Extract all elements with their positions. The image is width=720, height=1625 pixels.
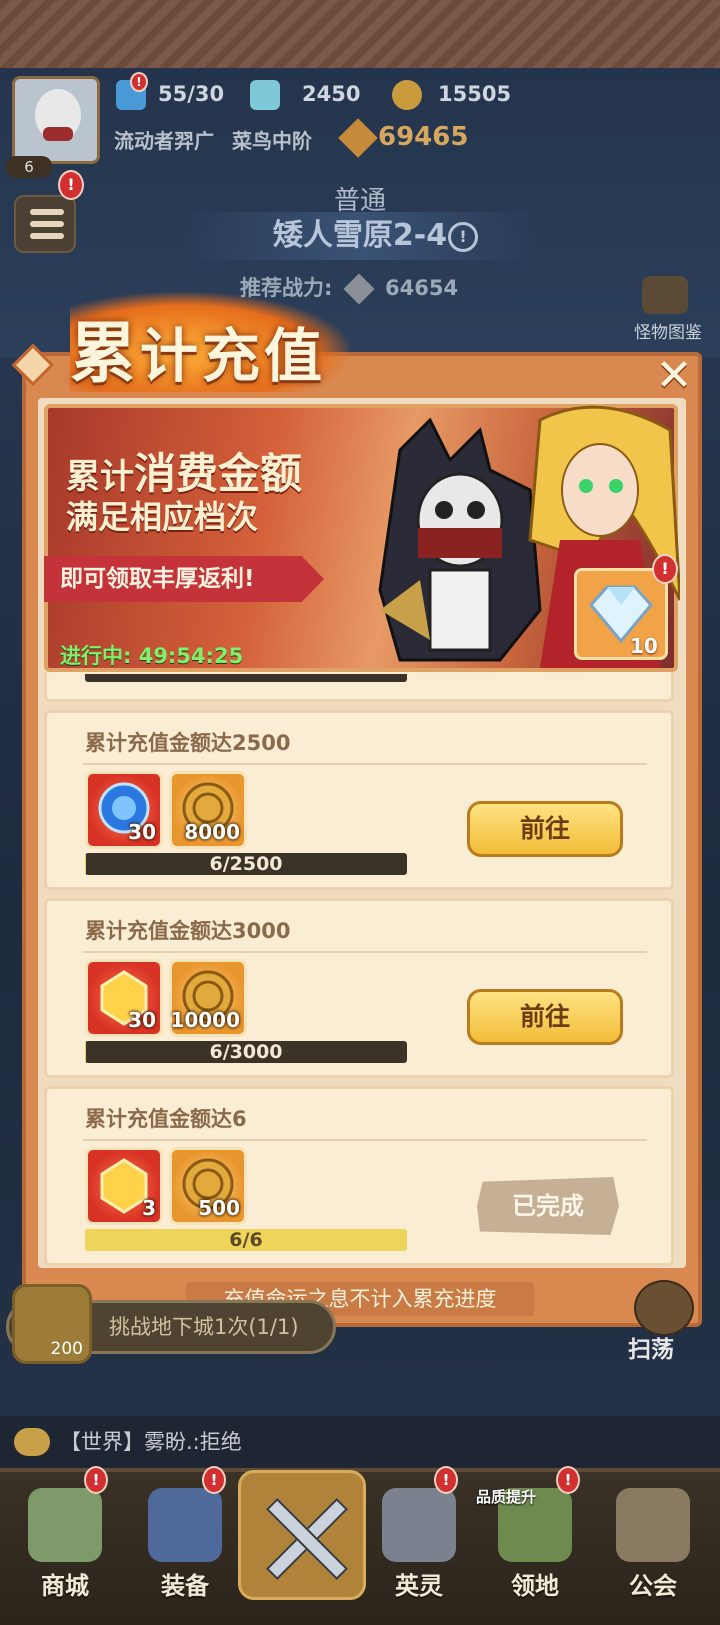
menu-line: [30, 221, 64, 227]
task-title: 累计充值金额达6: [85, 1107, 247, 1131]
progress-text: 6/2500: [209, 853, 283, 875]
world-chat-bar[interactable]: 【世界】雾盼.:拒绝: [0, 1416, 720, 1468]
task-title: 累计充值金额达2500: [85, 731, 291, 755]
close-button[interactable]: ✕: [650, 352, 698, 400]
player-rank: 菜鸟中阶: [232, 129, 312, 153]
fate-crystal-item[interactable]: 3: [85, 1147, 163, 1225]
item-count: 8000: [184, 820, 240, 844]
menu-button[interactable]: [14, 195, 76, 253]
territory-alert-badge: !: [556, 1466, 580, 1494]
nav-equipment-label: 装备: [161, 1572, 209, 1600]
sweep-button[interactable]: 扫荡: [628, 1330, 674, 1364]
nav-equipment[interactable]: 装备: [130, 1480, 240, 1600]
task-progress-bar: 6/3000: [85, 1041, 407, 1063]
go-button[interactable]: 前往: [467, 989, 623, 1045]
nav-guild[interactable]: 公会: [598, 1480, 708, 1600]
banner-ribbon: 即可领取丰厚返利!: [44, 556, 324, 602]
progress-text: 6/3000: [209, 1041, 283, 1063]
level-badge: 6: [6, 156, 52, 178]
nav-territory-label: 领地: [511, 1572, 559, 1600]
armor-icon: [148, 1488, 222, 1562]
menu-line: [30, 233, 64, 239]
nav-shop-label: 商城: [41, 1572, 89, 1600]
task-progress-bar: 6/6: [85, 1229, 407, 1251]
item-count: 30: [128, 820, 156, 844]
energy-alert-badge: !: [130, 72, 148, 92]
quest-reward-count: 200: [50, 1339, 83, 1359]
menu-alert-badge: !: [58, 170, 84, 200]
chat-bubble-icon[interactable]: [14, 1428, 50, 1456]
player-name: 流动者羿广: [114, 129, 214, 153]
stage-name[interactable]: 矮人雪原2-4: [180, 212, 540, 260]
task-progress-bar: 6/2500: [85, 853, 407, 875]
sweep-icon[interactable]: [634, 1280, 694, 1336]
skull-icon: [35, 89, 81, 141]
monster-book-label[interactable]: 怪物图鉴: [628, 318, 708, 343]
gold-coin-item[interactable]: 500: [169, 1147, 247, 1225]
heroes-alert-badge: !: [434, 1466, 458, 1494]
stage-info-icon[interactable]: !: [448, 222, 478, 252]
divider: [83, 951, 647, 953]
quest-reward-coin: 200: [12, 1284, 92, 1364]
gold-coin-item[interactable]: 10000: [169, 959, 247, 1037]
task-title: 累计充值金额达3000: [85, 919, 291, 943]
task-card: 累计充值金额达6 3 500 6/6 已完成: [44, 1086, 674, 1266]
gold-coin-item[interactable]: 8000: [169, 771, 247, 849]
knight-helmet-icon: [382, 1488, 456, 1562]
nav-battle-crossed-swords-icon[interactable]: [238, 1470, 366, 1600]
quality-up-tag: 品质提升: [476, 1488, 537, 1506]
coin-value: 15505: [438, 82, 512, 106]
event-timer: 进行中: 49:54:25: [60, 644, 244, 668]
item-count: 30: [128, 1008, 156, 1032]
previous-task-progress: [85, 674, 407, 682]
guild-lock-icon: [616, 1488, 690, 1562]
banner-subheadline: 满足相应档次: [66, 498, 259, 536]
blue-orb-item[interactable]: 30: [85, 771, 163, 849]
banner-headline-b: 消费金额: [134, 449, 303, 498]
banner-headline-a: 累计: [66, 457, 134, 497]
energy-value: 55/30: [158, 82, 225, 106]
coin-icon[interactable]: [392, 80, 422, 110]
recommended-power-value: 64654: [385, 276, 459, 300]
task-card: 累计充值金额达2500 30 8000 6/2500 前往: [44, 710, 674, 890]
reward-alert-badge: !: [652, 554, 678, 584]
item-count: 500: [198, 1196, 240, 1220]
nav-heroes[interactable]: 英灵: [364, 1480, 474, 1600]
modal-title-first-char: 累: [70, 315, 140, 392]
progress-text: 6/6: [229, 1229, 263, 1251]
player-avatar[interactable]: [12, 76, 100, 164]
fate-crystal-item[interactable]: 30: [85, 959, 163, 1037]
go-button[interactable]: 前往: [467, 801, 623, 857]
shop-alert-badge: !: [84, 1466, 108, 1494]
nav-heroes-label: 英灵: [395, 1572, 443, 1600]
diamond-value: 2450: [302, 82, 361, 106]
nav-shop[interactable]: 商城: [10, 1480, 120, 1600]
previous-task-card: [44, 672, 674, 702]
top-border: [0, 0, 720, 68]
item-count: 10000: [170, 1008, 240, 1032]
diamond-icon[interactable]: [250, 80, 280, 110]
divider: [83, 1139, 647, 1141]
shop-icon: [28, 1488, 102, 1562]
item-count: 3: [142, 1196, 156, 1220]
player-power: 69465: [378, 122, 469, 152]
diamond-reward-count: 10: [630, 634, 658, 658]
menu-line: [30, 209, 64, 215]
nav-guild-label: 公会: [629, 1572, 677, 1600]
task-card: 累计充值金额达3000 30 10000 6/3000 前往: [44, 898, 674, 1078]
divider: [83, 763, 647, 765]
modal-title: 累计充值: [70, 300, 326, 396]
completed-stamp: 已完成: [477, 1177, 619, 1235]
modal-title-rest: 计充值: [140, 322, 327, 390]
monster-book-icon[interactable]: [642, 276, 688, 314]
equipment-alert-badge: !: [202, 1466, 226, 1494]
